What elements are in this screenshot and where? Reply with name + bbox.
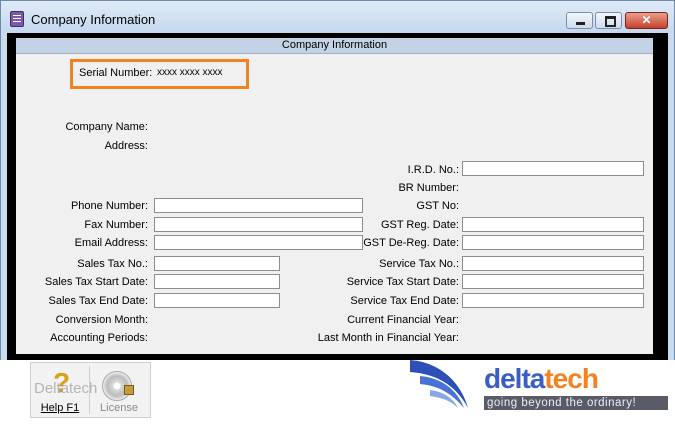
email-address-label: Email Address: (74, 237, 148, 249)
ird-no-label: I.R.D. No.: (407, 164, 459, 176)
sales-tax-start-date-field[interactable] (154, 274, 280, 289)
address-label: Address: (104, 140, 148, 152)
close-icon: ✕ (641, 13, 652, 27)
phone-number-field[interactable] (154, 198, 363, 213)
gst-reg-date-label: GST Reg. Date: (380, 219, 459, 231)
service-tax-no-label: Service Tax No.: (379, 258, 459, 270)
service-tax-start-date-label: Service Tax Start Date: (346, 276, 459, 288)
help-button-label: Help F1 (40, 402, 80, 414)
minimize-icon (576, 22, 585, 25)
app-icon (10, 11, 24, 27)
current-financial-year-label: Current Financial Year: (347, 314, 459, 326)
title-bar: Company Information ✕ (1, 1, 674, 33)
service-tax-end-date-field[interactable] (462, 293, 644, 308)
sales-tax-no-field[interactable] (154, 256, 280, 271)
accounting-periods-label: Accounting Periods: (50, 332, 148, 344)
panel-header: Company Information (16, 38, 653, 54)
maximize-icon (605, 16, 616, 27)
service-tax-no-field[interactable] (462, 256, 644, 271)
service-tax-start-date-field[interactable] (462, 274, 644, 289)
fax-number-label: Fax Number: (84, 219, 148, 231)
gst-no-label: GST No: (416, 200, 459, 212)
brand-tagline: going beyond the ordinary! (487, 397, 637, 409)
gst-reg-date-field[interactable] (462, 217, 644, 232)
deltatech-swoosh-logo (410, 360, 468, 408)
sales-tax-end-date-label: Sales Tax End Date: (48, 295, 148, 307)
license-button-label: License (100, 402, 138, 414)
conversion-month-label: Conversion Month: (55, 314, 148, 326)
last-month-financial-year-label: Last Month in Financial Year: (317, 332, 459, 344)
watermark-text: Deltatech (34, 380, 98, 397)
phone-number-label: Phone Number: (70, 200, 148, 212)
minimize-button[interactable] (566, 12, 593, 29)
sales-tax-end-date-field[interactable] (154, 293, 280, 308)
gst-dereg-date-label: GST De-Reg. Date: (363, 237, 459, 249)
window-title: Company Information (31, 12, 156, 27)
gst-dereg-date-field[interactable] (462, 235, 644, 250)
close-button[interactable]: ✕ (625, 12, 668, 29)
brand-logo: deltatech (484, 363, 599, 394)
lock-icon (124, 385, 134, 395)
email-address-field[interactable] (154, 235, 363, 250)
fax-number-field[interactable] (154, 217, 363, 232)
service-tax-end-date-label: Service Tax End Date: (350, 295, 459, 307)
maximize-button[interactable] (595, 12, 622, 29)
br-number-label: BR Number: (398, 182, 459, 194)
sales-tax-no-label: Sales Tax No.: (77, 258, 148, 270)
serial-highlight-box (70, 59, 249, 89)
sales-tax-start-date-label: Sales Tax Start Date: (44, 276, 148, 288)
ird-no-field[interactable] (462, 161, 644, 176)
company-name-label: Company Name: (65, 121, 148, 133)
license-button[interactable]: License (90, 363, 148, 417)
